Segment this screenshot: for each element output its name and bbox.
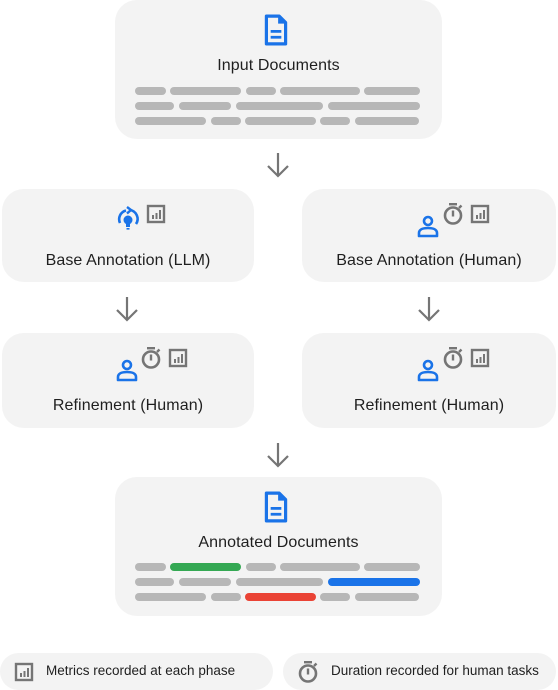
node-title: Input Documents [217,57,340,74]
stopwatch-icon [297,660,319,684]
node-title: Base Annotation (LLM) [45,252,211,269]
person-icon [115,358,139,382]
annotated-documents-node: Annotated Documents [115,477,442,616]
metrics-chart-icon [168,348,188,368]
metrics-chart-icon [470,204,490,224]
arrow-down-icon [263,150,293,180]
llm-refresh-bulb-icon [114,205,142,233]
base-annotation-llm-node: Base Annotation (LLM) [2,189,254,282]
refinement-human-right-node: Refinement (Human) [302,333,556,428]
arrow-down-icon [414,294,444,324]
stopwatch-icon [442,202,464,226]
input-documents-node: Input Documents [115,0,442,139]
base-annotation-human-node: Base Annotation (Human) [302,189,556,282]
legend-duration: Duration recorded for human tasks [283,653,556,690]
highlight-green [170,563,241,571]
document-icon [263,491,289,523]
legend-metrics: Metrics recorded at each phase [0,653,273,690]
person-icon [416,214,440,238]
arrow-down-icon [263,440,293,470]
highlight-red [245,593,316,601]
node-title: Refinement (Human) [353,397,505,414]
metrics-chart-icon [146,204,166,224]
node-title: Base Annotation (Human) [336,252,522,269]
metrics-chart-icon [14,662,34,682]
highlight-blue [328,578,420,586]
node-title: Refinement (Human) [52,397,204,414]
legend-label: Duration recorded for human tasks [331,663,539,678]
stopwatch-icon [140,346,162,370]
legend-label: Metrics recorded at each phase [46,663,236,678]
stopwatch-icon [442,346,464,370]
person-icon [416,358,440,382]
refinement-human-left-node: Refinement (Human) [2,333,254,428]
metrics-chart-icon [470,348,490,368]
node-title: Annotated Documents [198,534,359,551]
document-icon [263,14,289,46]
arrow-down-icon [112,294,142,324]
